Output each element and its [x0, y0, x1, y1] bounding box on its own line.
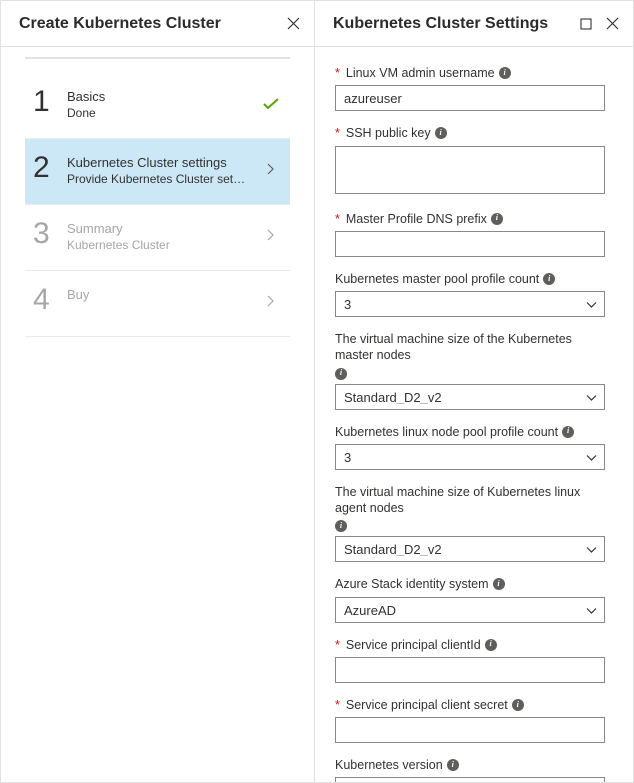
label-text: The virtual machine size of Kubernetes l… — [335, 484, 605, 517]
left-panel-header: Create Kubernetes Cluster — [1, 1, 314, 47]
steps-list: 1 Basics Done 2 Kubernetes Cluster setti… — [1, 47, 314, 337]
field-master-vm-size: The virtual machine size of the Kubernet… — [335, 331, 605, 410]
sp-client-secret-input[interactable] — [335, 717, 605, 743]
field-identity-system: Azure Stack identity system i AzureAD — [335, 576, 605, 622]
steps-divider — [25, 57, 290, 59]
info-icon[interactable]: i — [485, 639, 497, 651]
step-buy[interactable]: 4 Buy — [25, 271, 290, 337]
required-asterisk: * — [335, 211, 340, 227]
step-subtitle: Done — [67, 106, 247, 120]
label-text: Master Profile DNS prefix — [346, 211, 487, 227]
k8s-version-select[interactable]: 1.14 — [335, 777, 605, 782]
field-label: * Linux VM admin username i — [335, 65, 605, 81]
right-panel: Kubernetes Cluster Settings * Linux VM a… — [315, 1, 633, 782]
field-admin-username: * Linux VM admin username i — [335, 65, 605, 111]
label-text: The virtual machine size of the Kubernet… — [335, 331, 605, 364]
info-icon[interactable]: i — [435, 127, 447, 139]
required-asterisk: * — [335, 125, 340, 141]
step-basics[interactable]: 1 Basics Done — [25, 73, 290, 139]
left-panel-title: Create Kubernetes Cluster — [19, 15, 221, 33]
step-number: 1 — [33, 87, 67, 117]
field-master-count: Kubernetes master pool profile count i 3 — [335, 271, 605, 317]
step-number: 2 — [33, 153, 67, 183]
info-icon[interactable]: i — [447, 759, 459, 771]
wizard-container: Create Kubernetes Cluster 1 Basics Done — [0, 0, 634, 783]
step-title: Buy — [67, 287, 262, 302]
node-count-select[interactable]: 3 — [335, 444, 605, 470]
step-title: Basics — [67, 89, 262, 104]
admin-username-input[interactable] — [335, 85, 605, 111]
identity-system-select[interactable]: AzureAD — [335, 597, 605, 623]
info-icon[interactable]: i — [335, 368, 347, 380]
settings-form: * Linux VM admin username i * SSH public… — [315, 47, 633, 782]
chevron-right-icon — [267, 163, 275, 178]
node-vm-size-select[interactable]: Standard_D2_v2 — [335, 536, 605, 562]
check-icon — [263, 97, 279, 115]
field-label: The virtual machine size of the Kubernet… — [335, 331, 605, 380]
info-icon[interactable]: i — [491, 213, 503, 225]
info-icon[interactable]: i — [562, 426, 574, 438]
step-title: Kubernetes Cluster settings — [67, 155, 262, 170]
field-label: * SSH public key i — [335, 125, 605, 141]
right-panel-header: Kubernetes Cluster Settings — [315, 1, 633, 47]
field-label: * Service principal client secret i — [335, 697, 605, 713]
info-icon[interactable]: i — [335, 520, 347, 532]
info-icon[interactable]: i — [512, 699, 524, 711]
dns-prefix-input[interactable] — [335, 231, 605, 257]
field-ssh-key: * SSH public key i — [335, 125, 605, 196]
field-sp-client-id: * Service principal clientId i — [335, 637, 605, 683]
step-number: 3 — [33, 219, 67, 249]
sp-client-id-input[interactable] — [335, 657, 605, 683]
field-label: Kubernetes version i — [335, 757, 605, 773]
right-panel-title: Kubernetes Cluster Settings — [333, 15, 548, 33]
field-label: Kubernetes linux node pool profile count… — [335, 424, 605, 440]
step-title: Summary — [67, 221, 262, 236]
field-label: * Service principal clientId i — [335, 637, 605, 653]
label-text: Linux VM admin username — [346, 65, 495, 81]
chevron-right-icon — [267, 229, 275, 244]
label-text: Azure Stack identity system — [335, 576, 489, 592]
field-label: The virtual machine size of Kubernetes l… — [335, 484, 605, 533]
required-asterisk: * — [335, 697, 340, 713]
info-icon[interactable]: i — [543, 273, 555, 285]
field-sp-client-secret: * Service principal client secret i — [335, 697, 605, 743]
label-text: Service principal client secret — [346, 697, 508, 713]
field-k8s-version: Kubernetes version i 1.14 — [335, 757, 605, 782]
close-icon[interactable] — [286, 17, 300, 31]
step-subtitle: Provide Kubernetes Cluster settin… — [67, 172, 247, 186]
label-text: Service principal clientId — [346, 637, 481, 653]
ssh-key-input[interactable] — [335, 146, 605, 194]
label-text: SSH public key — [346, 125, 431, 141]
field-label: Kubernetes master pool profile count i — [335, 271, 605, 287]
info-icon[interactable]: i — [499, 67, 511, 79]
required-asterisk: * — [335, 65, 340, 81]
pin-icon[interactable] — [579, 17, 593, 31]
step-summary[interactable]: 3 Summary Kubernetes Cluster — [25, 205, 290, 271]
label-text: Kubernetes linux node pool profile count — [335, 424, 558, 440]
left-panel: Create Kubernetes Cluster 1 Basics Done — [1, 1, 315, 782]
master-count-select[interactable]: 3 — [335, 291, 605, 317]
step-cluster-settings[interactable]: 2 Kubernetes Cluster settings Provide Ku… — [25, 139, 290, 205]
step-subtitle: Kubernetes Cluster — [67, 238, 247, 252]
info-icon[interactable]: i — [493, 578, 505, 590]
close-icon[interactable] — [605, 17, 619, 31]
label-text: Kubernetes master pool profile count — [335, 271, 539, 287]
required-asterisk: * — [335, 637, 340, 653]
step-number: 4 — [33, 285, 67, 315]
field-label: Azure Stack identity system i — [335, 576, 605, 592]
master-vm-size-select[interactable]: Standard_D2_v2 — [335, 384, 605, 410]
field-label: * Master Profile DNS prefix i — [335, 211, 605, 227]
chevron-right-icon — [267, 295, 275, 310]
field-node-count: Kubernetes linux node pool profile count… — [335, 424, 605, 470]
field-dns-prefix: * Master Profile DNS prefix i — [335, 211, 605, 257]
field-node-vm-size: The virtual machine size of Kubernetes l… — [335, 484, 605, 563]
label-text: Kubernetes version — [335, 757, 443, 773]
